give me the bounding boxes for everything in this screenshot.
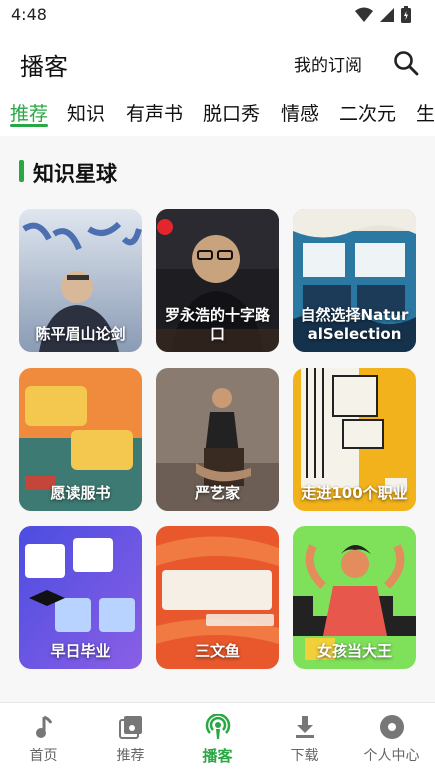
nav-label: 个人中心 [363, 748, 420, 764]
card-title: 严艺家 [194, 484, 240, 502]
battery-icon [401, 6, 411, 23]
my-subscriptions-button[interactable]: 我的订阅 [294, 51, 362, 76]
nav-label: 首页 [29, 748, 58, 764]
search-icon[interactable] [392, 49, 420, 77]
nav-label: 播客 [202, 747, 233, 765]
podcast-card[interactable]: 早日毕业 [19, 526, 142, 669]
card-title: 走进100个职业 [301, 484, 408, 502]
card-title: 三文鱼 [194, 642, 240, 660]
nav-label: 推荐 [116, 748, 145, 764]
tab-recommend[interactable]: 推荐 [10, 99, 48, 126]
card-title: 早日毕业 [50, 642, 111, 660]
nav-item-recommend[interactable]: 推荐 [87, 703, 174, 773]
card-title: 女孩当大王 [316, 642, 392, 660]
podcast-card[interactable]: 愿读服书 [19, 368, 142, 511]
tab-audiobook[interactable]: 有声书 [126, 99, 183, 126]
card-title: 陈平眉山论剑 [35, 325, 126, 343]
wifi-icon [355, 7, 373, 22]
podcast-card[interactable]: 罗永浩的十字路口 [156, 209, 279, 352]
nav-label: 下载 [290, 748, 319, 764]
music-note-icon [36, 715, 53, 738]
download-icon [296, 716, 314, 738]
nav-item-download[interactable]: 下载 [261, 703, 348, 773]
bottom-navigation: 首页 推荐 播客 下载 个人中心 [0, 702, 435, 773]
album-icon [119, 716, 142, 739]
status-bar: 4:48 [0, 0, 435, 30]
category-tabs: 推荐 知识 有声书 脱口秀 情感 二次元 生 [0, 94, 435, 136]
status-time: 4:48 [11, 5, 47, 24]
tab-talkshow[interactable]: 脱口秀 [203, 99, 260, 126]
podcast-card[interactable]: 三文鱼 [156, 526, 279, 669]
nav-item-profile[interactable]: 个人中心 [348, 703, 435, 773]
nav-item-home[interactable]: 首页 [0, 703, 87, 773]
card-title: 愿读服书 [50, 484, 111, 502]
page-title: 播客 [20, 53, 68, 81]
section-title: 知识星球 [33, 162, 117, 186]
tab-knowledge[interactable]: 知识 [67, 99, 105, 126]
podcast-card[interactable]: 自然选择NaturalSelection [293, 209, 416, 352]
podcast-card[interactable]: 走进100个职业 [293, 368, 416, 511]
podcast-icon [205, 714, 231, 739]
tab-active-indicator [10, 124, 48, 127]
disc-icon [380, 715, 404, 739]
section-accent-bar [19, 160, 24, 182]
card-title: 自然选择NaturalSelection [300, 306, 409, 343]
app-bar: 播客 我的订阅 [0, 30, 435, 94]
signal-icon [380, 7, 394, 22]
tab-emotion[interactable]: 情感 [281, 99, 319, 126]
podcast-card[interactable]: 陈平眉山论剑 [19, 209, 142, 352]
main-content: 知识星球 陈平眉山论剑 罗永浩的十字路口 自然选择NaturalSelectio… [0, 136, 435, 702]
card-title: 罗永浩的十字路口 [164, 306, 270, 343]
tab-acg[interactable]: 二次元 [339, 99, 396, 126]
nav-item-podcast[interactable]: 播客 [174, 703, 261, 773]
podcast-card[interactable]: 女孩当大王 [293, 526, 416, 669]
tab-life[interactable]: 生 [416, 99, 435, 126]
podcast-card[interactable]: 严艺家 [156, 368, 279, 511]
status-icons [355, 6, 411, 23]
